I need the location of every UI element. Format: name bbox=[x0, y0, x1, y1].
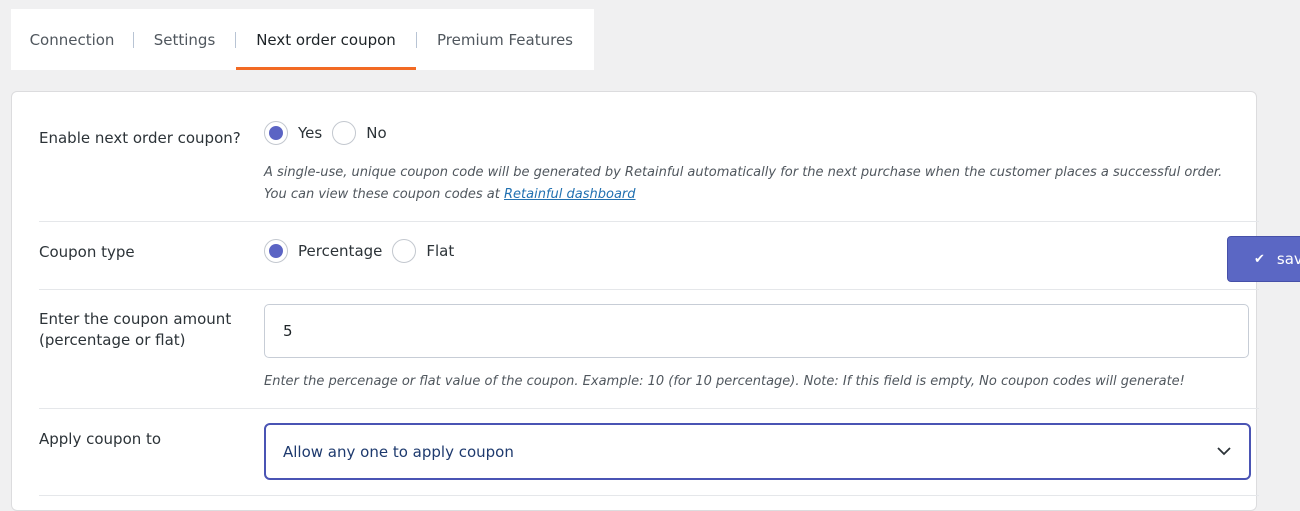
check-icon: ✔ bbox=[1254, 251, 1265, 267]
flat-radio[interactable] bbox=[392, 239, 417, 263]
save-button-label: save bbox=[1276, 250, 1300, 268]
enable-coupon-radio-group: Yes No bbox=[264, 121, 397, 145]
tab-premium-features[interactable]: Premium Features bbox=[417, 9, 593, 70]
coupon-type-label: Coupon type bbox=[39, 243, 135, 261]
coupon-amount-label-line2: (percentage or flat) bbox=[39, 331, 186, 349]
enable-no-label: No bbox=[366, 124, 387, 142]
tab-label: Next order coupon bbox=[256, 30, 396, 49]
tab-settings[interactable]: Settings bbox=[134, 9, 235, 70]
tab-connection[interactable]: Connection bbox=[11, 9, 133, 70]
flat-label: Flat bbox=[426, 242, 455, 260]
enable-no-radio[interactable] bbox=[332, 121, 357, 145]
chevron-down-icon bbox=[1217, 447, 1231, 456]
coupon-amount-description: Enter the percenage or flat value of the… bbox=[264, 374, 1185, 389]
percentage-label: Percentage bbox=[298, 242, 383, 260]
radio-checked-dot bbox=[269, 126, 283, 140]
tab-label: Connection bbox=[29, 30, 115, 49]
apply-coupon-select[interactable]: Allow any one to apply coupon bbox=[264, 423, 1251, 480]
save-button[interactable]: ✔ save bbox=[1227, 236, 1300, 282]
enable-coupon-description: A single-use, unique coupon code will be… bbox=[264, 162, 1249, 206]
description-text: A single-use, unique coupon code will be… bbox=[264, 165, 1223, 202]
apply-coupon-selected-value: Allow any one to apply coupon bbox=[283, 442, 514, 461]
enable-coupon-row: Enable next order coupon? Yes No A singl… bbox=[39, 92, 1259, 222]
apply-coupon-row: Apply coupon to Allow any one to apply c… bbox=[39, 408, 1259, 496]
coupon-amount-input[interactable] bbox=[264, 304, 1249, 358]
tab-label: Settings bbox=[153, 30, 216, 49]
settings-panel: Enable next order coupon? Yes No A singl… bbox=[11, 91, 1259, 511]
radio-checked-dot bbox=[269, 244, 283, 258]
coupon-amount-row: Enter the coupon amount (percentage or f… bbox=[39, 289, 1259, 409]
tab-next-order-coupon[interactable]: Next order coupon bbox=[236, 9, 416, 70]
coupon-amount-label-line1: Enter the coupon amount bbox=[39, 310, 232, 328]
coupon-amount-label: Enter the coupon amount (percentage or f… bbox=[39, 309, 231, 351]
tab-label: Premium Features bbox=[436, 30, 573, 49]
retainful-dashboard-link[interactable]: Retainful dashboard bbox=[504, 187, 636, 202]
coupon-type-row: Coupon type Percentage Flat bbox=[39, 221, 1259, 290]
apply-coupon-label: Apply coupon to bbox=[39, 430, 162, 448]
coupon-type-radio-group: Percentage Flat bbox=[264, 239, 464, 263]
enable-yes-label: Yes bbox=[298, 124, 323, 142]
enable-coupon-label: Enable next order coupon? bbox=[39, 129, 241, 147]
enable-yes-radio[interactable] bbox=[264, 121, 288, 145]
percentage-radio[interactable] bbox=[264, 239, 288, 263]
tab-bar: Connection Settings Next order coupon Pr… bbox=[11, 9, 594, 70]
